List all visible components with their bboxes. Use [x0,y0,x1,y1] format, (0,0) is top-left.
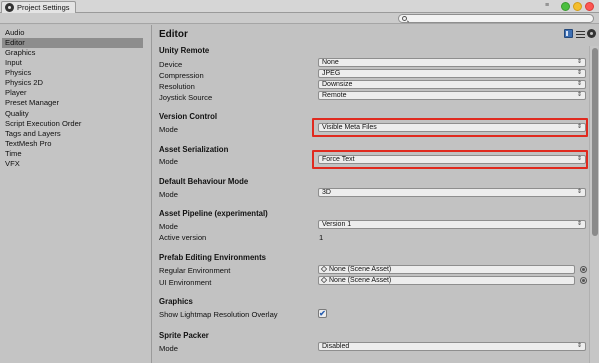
ui-environment-value: None (Scene Asset) [329,277,392,284]
page-title: Editor [159,29,188,40]
asset-pipeline-header: Asset Pipeline (experimental) [159,209,268,218]
settings-sidebar: Audio Editor Graphics Input Physics Phys… [0,25,152,363]
prefab-editing-header: Prefab Editing Environments [159,253,267,262]
sidebar-item-graphics[interactable]: Graphics [2,48,143,58]
window-menu-icon[interactable]: ≡ [545,2,555,10]
graphics-header: Graphics [159,297,193,306]
joystick-source-value: Remote [322,92,347,99]
gear-icon [5,3,14,12]
search-input[interactable] [398,14,594,23]
sidebar-item-preset-manager[interactable]: Preset Manager [2,98,143,108]
device-dropdown[interactable]: None ⇕ [318,58,586,67]
toolbar [0,13,599,24]
version-control-mode-value: Visible Meta Files [322,124,377,131]
version-control-mode-dropdown[interactable]: Visible Meta Files ⇕ [318,123,586,132]
asset-serialization-header: Asset Serialization [159,145,229,154]
sprite-packer-mode-value: Disabled [322,343,350,350]
settings-gear-icon[interactable] [587,29,596,38]
dropdown-arrow-icon: ⇕ [576,70,582,76]
asset-pipeline-mode-label: Mode [159,222,178,231]
default-behaviour-mode-value: 3D [322,189,331,196]
dropdown-arrow-icon: ⇕ [576,343,582,349]
asset-pipeline-mode-value: Version 1 [322,221,352,228]
sidebar-item-audio[interactable]: Audio [2,28,143,38]
sidebar-item-script-execution-order[interactable]: Script Execution Order [2,119,143,129]
ui-environment-label: UI Environment [159,278,212,287]
scene-asset-icon [320,276,328,284]
ui-environment-field[interactable]: None (Scene Asset) [318,276,575,285]
asset-serialization-mode-dropdown[interactable]: Force Text ⇕ [318,155,586,164]
object-picker-icon[interactable] [580,277,587,284]
version-control-mode-label: Mode [159,125,178,134]
sprite-packer-header: Sprite Packer [159,331,209,340]
window-title-bar: Project Settings ≡ [0,0,599,13]
preset-sliders-icon[interactable] [576,29,585,38]
active-version-label: Active version [159,233,207,242]
default-behaviour-mode-dropdown[interactable]: 3D ⇕ [318,188,586,197]
search-icon [402,16,407,21]
resolution-label: Resolution [159,82,195,91]
version-control-header: Version Control [159,112,218,121]
resolution-dropdown[interactable]: Downsize ⇕ [318,80,586,89]
sidebar-item-player[interactable]: Player [2,88,143,98]
sprite-packer-mode-label: Mode [159,344,178,353]
compression-value: JPEG [322,70,341,77]
dropdown-arrow-icon: ⇕ [576,189,582,195]
lightmap-overlay-label: Show Lightmap Resolution Overlay [159,310,278,319]
sidebar-item-physics[interactable]: Physics [2,68,143,78]
minimize-button[interactable] [573,2,582,11]
dropdown-arrow-icon: ⇕ [576,221,582,227]
scrollbar-thumb[interactable] [592,48,598,236]
joystick-source-label: Joystick Source [159,93,213,102]
object-picker-icon[interactable] [580,266,587,273]
unity-remote-header: Unity Remote [159,46,210,55]
compression-dropdown[interactable]: JPEG ⇕ [318,69,586,78]
dropdown-arrow-icon: ⇕ [576,124,582,130]
dropdown-arrow-icon: ⇕ [576,92,582,98]
device-label: Device [159,60,183,69]
dropdown-arrow-icon: ⇕ [576,156,582,162]
close-button[interactable] [585,2,594,11]
regular-environment-field[interactable]: None (Scene Asset) [318,265,575,274]
regular-environment-label: Regular Environment [159,266,231,275]
joystick-source-dropdown[interactable]: Remote ⇕ [318,91,586,100]
sidebar-item-quality[interactable]: Quality [2,109,143,119]
vertical-scrollbar[interactable] [589,46,599,363]
lightmap-overlay-checkbox[interactable]: ✔ [318,309,327,318]
sidebar-item-editor[interactable]: Editor [2,38,143,48]
compression-label: Compression [159,71,204,80]
help-book-icon[interactable] [564,29,573,38]
asset-serialization-mode-label: Mode [159,157,178,166]
sidebar-item-tags-and-layers[interactable]: Tags and Layers [2,129,143,139]
resolution-value: Downsize [322,81,353,88]
dropdown-arrow-icon: ⇕ [576,59,582,65]
sidebar-item-input[interactable]: Input [2,58,143,68]
default-behaviour-header: Default Behaviour Mode [159,177,249,186]
default-behaviour-mode-label: Mode [159,190,178,199]
maximize-button[interactable] [561,2,570,11]
sidebar-item-vfx[interactable]: VFX [2,159,143,169]
sprite-packer-mode-dropdown[interactable]: Disabled ⇕ [318,342,586,351]
device-value: None [322,59,339,66]
active-version-value: 1 [319,233,324,242]
sidebar-item-time[interactable]: Time [2,149,143,159]
editor-settings-panel: Editor Unity Remote Device None ⇕ Compre… [153,25,599,363]
regular-environment-value: None (Scene Asset) [329,266,392,273]
asset-pipeline-mode-dropdown[interactable]: Version 1 ⇕ [318,220,586,229]
asset-serialization-mode-value: Force Text [322,156,355,163]
project-settings-tab[interactable]: Project Settings [1,1,76,13]
sidebar-item-physics-2d[interactable]: Physics 2D [2,78,143,88]
tab-title: Project Settings [17,3,70,12]
scene-asset-icon [320,265,328,273]
dropdown-arrow-icon: ⇕ [576,81,582,87]
sidebar-item-textmesh-pro[interactable]: TextMesh Pro [2,139,143,149]
